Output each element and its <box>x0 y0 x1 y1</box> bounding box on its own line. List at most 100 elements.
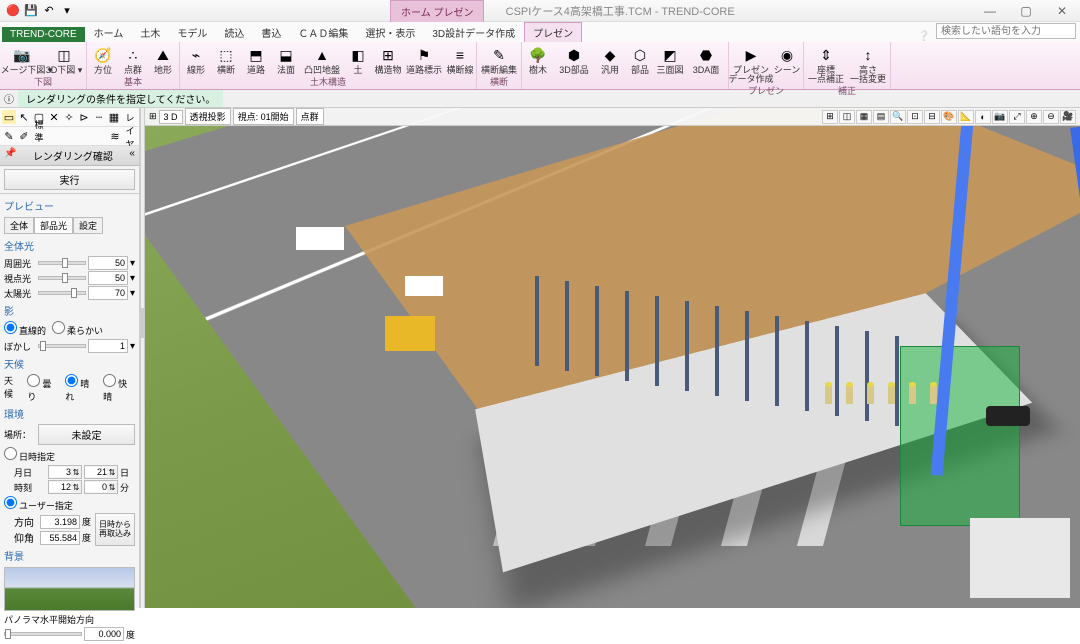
viewport-tool-icon[interactable]: 📐 <box>958 110 974 124</box>
close-button[interactable]: ✕ <box>1044 0 1080 22</box>
tab-export[interactable]: 書込 <box>253 23 289 42</box>
sunlight-input[interactable] <box>88 286 128 300</box>
save-icon[interactable]: 💾 <box>24 4 38 18</box>
viewport-pointcloud[interactable]: 点群 <box>296 108 324 125</box>
ribbon-button[interactable]: ▲凸凹地盤 <box>302 43 342 75</box>
ribbon-button[interactable]: ⊞構造物 <box>374 43 402 75</box>
viewlight-dropdown-icon[interactable]: ▾ <box>130 273 135 284</box>
panel-close-icon[interactable]: « <box>129 148 135 163</box>
ribbon-button[interactable]: ⬣3DA面 <box>686 43 726 88</box>
crosshair-tool-icon[interactable]: ✧ <box>62 110 76 124</box>
edit2-icon[interactable]: ✐ <box>17 129 31 143</box>
viewport-tool-icon[interactable]: ⊡ <box>907 110 923 124</box>
viewport-tool-icon[interactable]: ◫ <box>839 110 855 124</box>
viewport-tool-icon[interactable]: ⊟ <box>924 110 940 124</box>
search-input[interactable] <box>936 23 1076 39</box>
ambient-input[interactable] <box>88 256 128 270</box>
record-icon[interactable]: 🔴 <box>6 4 20 18</box>
viewport-tool-icon[interactable]: 📷 <box>992 110 1008 124</box>
more-tool-icon[interactable]: ⊳ <box>77 110 91 124</box>
viewport-tool-icon[interactable]: ▤ <box>873 110 889 124</box>
sunlight-slider[interactable] <box>38 291 86 295</box>
dash-tool-icon[interactable]: ┄ <box>92 110 106 124</box>
direction-input[interactable] <box>40 515 80 529</box>
ribbon-button[interactable]: ◩三面図 <box>656 43 684 88</box>
tab-import[interactable]: 読込 <box>216 23 252 42</box>
tab-home[interactable]: ホーム <box>86 23 132 42</box>
weather-sunny[interactable]: 晴れ <box>65 374 97 403</box>
viewport-tool-icon[interactable]: ▦ <box>856 110 872 124</box>
ribbon-button[interactable]: ⬚横断 <box>212 43 240 75</box>
ribbon-button[interactable]: ⬓法面 <box>272 43 300 75</box>
maximize-button[interactable]: ▢ <box>1008 0 1044 22</box>
sunlight-dropdown-icon[interactable]: ▾ <box>130 288 135 299</box>
datetime-option[interactable]: 日時指定 <box>4 447 55 463</box>
blur-slider[interactable] <box>38 344 86 348</box>
ruler-tool-icon[interactable]: ✕ <box>47 110 61 124</box>
3d-scene[interactable] <box>145 126 1080 608</box>
subtab-settings[interactable]: 設定 <box>73 217 103 234</box>
panel-pin-icon[interactable]: 📌 <box>4 148 16 163</box>
viewport-tool-icon[interactable]: 🔍 <box>890 110 906 124</box>
ribbon-button[interactable]: ◆汎用 <box>596 43 624 88</box>
viewport-projection[interactable]: 透視投影 <box>185 108 231 125</box>
subtab-partlight[interactable]: 部品光 <box>34 217 73 234</box>
blur-dropdown-icon[interactable]: ▾ <box>130 341 135 352</box>
reload-from-datetime-button[interactable]: 日時から 再取込み <box>95 513 135 546</box>
ribbon-button[interactable]: ▶プレゼン データ作成 <box>731 43 771 84</box>
ribbon-button[interactable]: 📷イメージ下図 ▾ <box>2 43 42 75</box>
tab-civil[interactable]: 土木 <box>132 23 168 42</box>
angle-input[interactable] <box>40 531 80 545</box>
arrow-tool-icon[interactable]: ↖ <box>17 110 31 124</box>
ribbon-button[interactable]: ✎横断編集 <box>479 43 519 75</box>
ribbon-button[interactable]: ⇕座標 一点補正 <box>806 43 846 84</box>
blur-input[interactable] <box>88 339 128 353</box>
tab-cad[interactable]: ＣＡＤ編集 <box>290 23 356 42</box>
undo-icon[interactable]: ↶ <box>42 4 56 18</box>
ambient-dropdown-icon[interactable]: ▾ <box>130 258 135 269</box>
edit-icon[interactable]: ✎ <box>2 129 16 143</box>
ambient-slider[interactable] <box>38 261 86 265</box>
layer-dropdown[interactable]: レイヤ ▾ <box>123 129 137 143</box>
subtab-overall[interactable]: 全体 <box>4 217 34 234</box>
minimize-button[interactable]: ― <box>972 0 1008 22</box>
tab-select[interactable]: 選択・表示 <box>357 23 423 42</box>
layer-icon[interactable]: ≋ <box>108 129 122 143</box>
grid-tool-icon[interactable]: ▦ <box>107 110 121 124</box>
viewport-viewpoint[interactable]: 視点: 01開始 <box>233 108 294 125</box>
ribbon-button[interactable]: ↕高さ 一括変更 <box>848 43 888 84</box>
tab-3ddata[interactable]: 3D設計データ作成 <box>424 23 523 42</box>
month-spinner[interactable]: ⇅ <box>48 465 82 479</box>
ribbon-button[interactable]: ⚑道路標示 <box>404 43 444 75</box>
viewport-tool-icon[interactable]: ⊕ <box>1026 110 1042 124</box>
ribbon-button[interactable]: 🧭方位 <box>89 43 117 75</box>
weather-clear[interactable]: 快晴 <box>103 374 135 403</box>
viewport-tool-icon[interactable]: ⤢ <box>1009 110 1025 124</box>
weather-cloudy[interactable]: 曇り <box>27 374 59 403</box>
ribbon-button[interactable]: ◧土 <box>344 43 372 75</box>
shadow-linear-option[interactable]: 直線的 <box>4 321 46 337</box>
min-spinner[interactable]: ⇅ <box>84 480 118 494</box>
ribbon-button[interactable]: ≡横断線 <box>446 43 474 75</box>
hour-spinner[interactable]: ⇅ <box>48 480 82 494</box>
ribbon-button[interactable]: ⬢3D部品 <box>554 43 594 88</box>
background-preview[interactable] <box>4 567 135 611</box>
ribbon-button[interactable]: ⬡部品 <box>626 43 654 88</box>
ribbon-button[interactable]: ◫3D下図 ▾ <box>44 43 84 75</box>
ribbon-button[interactable]: ⬒道路 <box>242 43 270 75</box>
viewport-mode-icon[interactable]: ⊞ <box>149 111 157 122</box>
place-button[interactable]: 未設定 <box>38 424 135 445</box>
brand-button[interactable]: TREND-CORE <box>2 27 85 42</box>
ribbon-button[interactable]: ⌁線形 <box>182 43 210 75</box>
viewlight-slider[interactable] <box>38 276 86 280</box>
ribbon-button[interactable]: 🌳樹木 <box>524 43 552 88</box>
pano-input[interactable] <box>84 627 124 641</box>
tab-model[interactable]: モデル <box>169 23 215 42</box>
day-spinner[interactable]: ⇅ <box>84 465 118 479</box>
pano-slider[interactable] <box>4 632 82 636</box>
ribbon-button[interactable]: ∴点群 <box>119 43 147 75</box>
shadow-soft-option[interactable]: 柔らかい <box>52 321 103 337</box>
viewport-tool-icon[interactable]: ⊞ <box>822 110 838 124</box>
viewport-3d-label[interactable]: 3 D <box>159 110 183 124</box>
standard-dropdown[interactable]: 標準 ▾ <box>32 129 46 143</box>
